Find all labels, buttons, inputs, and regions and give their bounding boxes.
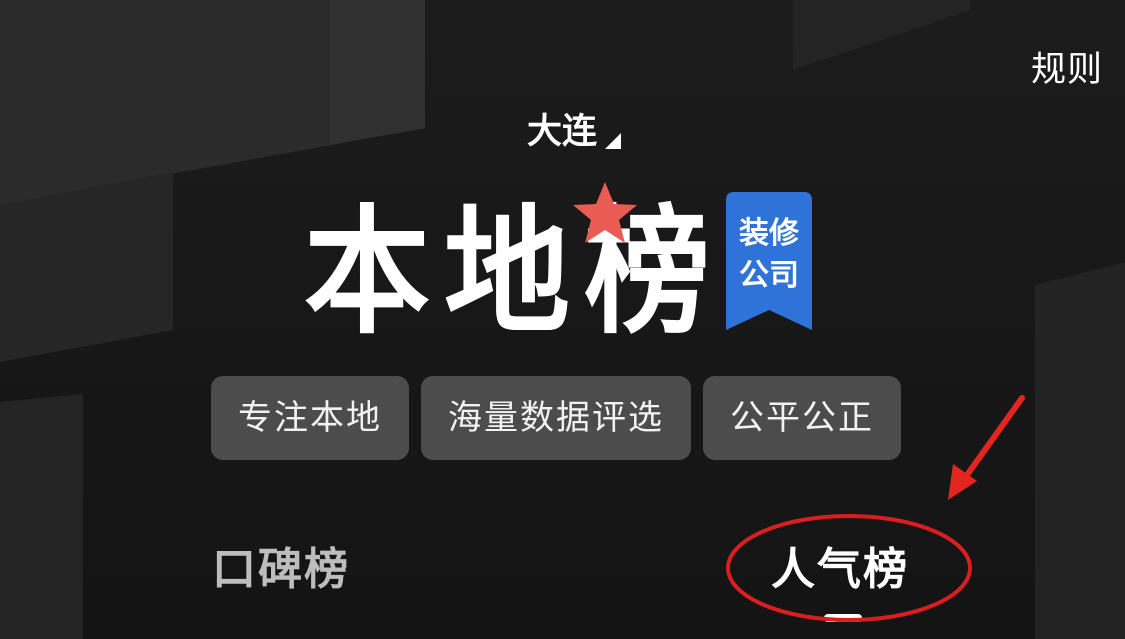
dropdown-triangle-icon	[605, 133, 622, 149]
category-badge: 装修 公司	[726, 192, 812, 332]
logo-char-2: 地	[444, 192, 570, 340]
city-name: 大连	[527, 112, 598, 152]
bg-panel-center-top	[330, 0, 425, 145]
bg-panel-bottom-left	[0, 394, 83, 639]
tab-reputation[interactable]: 口碑榜	[212, 538, 350, 602]
badge-text-line2: 公司	[739, 258, 799, 293]
rules-link[interactable]: 规则	[1031, 46, 1103, 94]
logo-title: 本 地 榜	[304, 182, 710, 340]
tag-chip: 海量数据评选	[421, 376, 691, 460]
active-tab-indicator	[824, 614, 862, 622]
bg-panel-top-right	[793, 0, 970, 70]
feature-tags: 专注本地 海量数据评选 公平公正	[211, 376, 901, 460]
city-selector[interactable]: 大连	[527, 108, 622, 156]
tag-chip: 专注本地	[211, 376, 409, 460]
bg-panel-right	[1035, 262, 1125, 639]
tag-chip: 公平公正	[703, 376, 901, 460]
tab-popularity[interactable]: 人气榜	[771, 538, 909, 602]
ranking-page: 规则 大连 本 地 榜 装修 公司 专注本地 海量数据评选 公平公正 口碑榜 人…	[0, 0, 1125, 639]
badge-text-line1: 装修	[739, 216, 799, 251]
bg-panel-left-mid	[0, 172, 173, 362]
logo-char-1: 本	[304, 192, 430, 340]
